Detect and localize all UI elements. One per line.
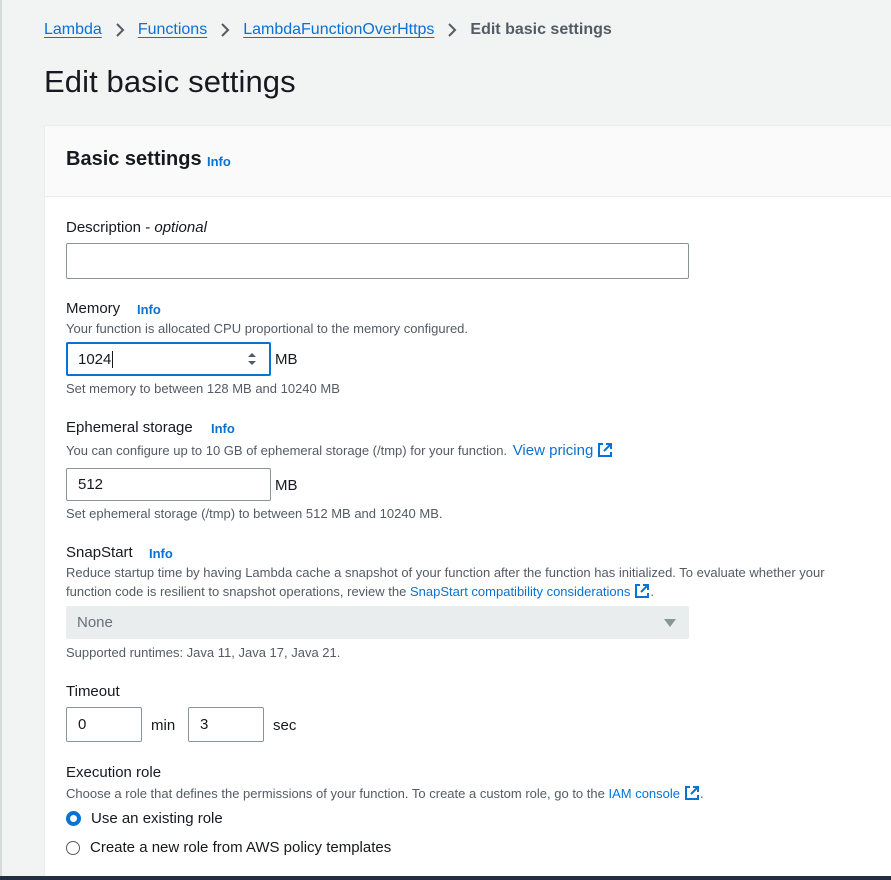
page-title: Edit basic settings [44, 64, 296, 99]
memory-label: Memory [66, 300, 121, 317]
snapstart-label: SnapStart [66, 544, 133, 561]
chevron-right-icon [102, 21, 138, 39]
memory-hint: Set memory to between 128 MB and 10240 M… [66, 381, 340, 396]
ephemeral-storage-label: Ephemeral storage [66, 419, 193, 436]
iam-console-link[interactable]: IAM console [608, 786, 700, 801]
caret-down-icon [664, 619, 676, 627]
description-input[interactable] [66, 243, 689, 279]
view-pricing-link[interactable]: View pricing [513, 442, 614, 459]
snapstart-description-text: function code is resilient to snapshot o… [66, 584, 407, 599]
breadcrumb: Lambda Functions LambdaFunctionOverHttps… [44, 18, 612, 42]
timeout-min-value: 0 [78, 716, 87, 733]
iam-console-text: IAM console [608, 786, 681, 801]
external-link-icon [635, 584, 650, 598]
radio-create-new-label: Create a new role from AWS policy templa… [90, 839, 392, 856]
panel-title: Basic settings [66, 148, 202, 170]
spinner-arrows-icon[interactable] [247, 352, 257, 366]
ephemeral-hint: Set ephemeral storage (/tmp) to between … [66, 506, 443, 521]
radio-use-existing-role[interactable]: Use an existing role [66, 810, 223, 827]
breadcrumb-lambda[interactable]: Lambda [44, 21, 102, 39]
snapstart-description-line2: function code is resilient to snapshot o… [66, 583, 654, 599]
description-optional: optional [154, 219, 207, 236]
ephemeral-value: 512 [78, 476, 104, 493]
snapstart-compat-text: SnapStart compatibility considerations [410, 584, 631, 599]
panel-header: Basic settings Info [45, 126, 891, 197]
radio-use-existing-label: Use an existing role [91, 810, 223, 827]
ephemeral-description-text: You can configure up to 10 GB of ephemer… [66, 443, 508, 458]
radio-create-new-role[interactable]: Create a new role from AWS policy templa… [66, 839, 391, 856]
memory-info-link[interactable]: Info [137, 302, 161, 317]
left-rail [0, 0, 2, 880]
snapstart-period: . [650, 584, 655, 599]
ephemeral-unit: MB [275, 477, 298, 494]
memory-description: Your function is allocated CPU proportio… [66, 321, 469, 336]
ephemeral-storage-input[interactable]: 512 [66, 468, 271, 501]
timeout-seconds-input[interactable]: 3 [188, 707, 264, 742]
execution-role-period: . [700, 786, 704, 801]
external-link-icon [685, 786, 700, 800]
snapstart-selected: None [77, 614, 113, 631]
memory-value: 1024 [78, 350, 112, 368]
timeout-min-unit: min [151, 717, 176, 734]
external-link-icon [598, 443, 613, 457]
ephemeral-description: You can configure up to 10 GB of ephemer… [66, 442, 613, 459]
panel-info-link[interactable]: Info [207, 154, 231, 169]
chevron-right-icon [207, 21, 243, 39]
text-caret [112, 350, 114, 368]
breadcrumb-current: Edit basic settings [470, 21, 612, 38]
snapstart-info-link[interactable]: Info [149, 546, 173, 561]
snapstart-select[interactable]: None [66, 606, 689, 639]
timeout-minutes-input[interactable]: 0 [66, 707, 142, 742]
chevron-right-icon [434, 21, 470, 39]
timeout-label: Timeout [66, 683, 120, 700]
execution-role-description: Choose a role that defines the permissio… [66, 785, 704, 801]
memory-unit: MB [275, 351, 298, 368]
description-label: Description - optional [66, 219, 207, 236]
timeout-sec-value: 3 [200, 716, 209, 733]
execution-role-label: Execution role [66, 764, 162, 781]
breadcrumb-functions[interactable]: Functions [138, 21, 207, 39]
snapstart-description-line1: Reduce startup time by having Lambda cac… [66, 565, 825, 580]
basic-settings-panel: Basic settings Info Description - option… [44, 125, 891, 880]
snapstart-hint: Supported runtimes: Java 11, Java 17, Ja… [66, 645, 341, 660]
description-label-text: Description - [66, 219, 155, 236]
execution-role-description-text: Choose a role that defines the permissio… [66, 786, 605, 801]
timeout-sec-unit: sec [273, 717, 297, 734]
view-pricing-text: View pricing [512, 442, 594, 459]
ephemeral-info-link[interactable]: Info [211, 421, 235, 436]
snapstart-compat-link[interactable]: SnapStart compatibility considerations [410, 584, 650, 599]
radio-unchecked-icon[interactable] [66, 840, 80, 855]
radio-checked-icon[interactable] [66, 811, 81, 826]
bottom-bar [0, 876, 891, 880]
breadcrumb-function-name[interactable]: LambdaFunctionOverHttps [243, 21, 434, 39]
memory-input[interactable]: 1024 [66, 342, 271, 376]
